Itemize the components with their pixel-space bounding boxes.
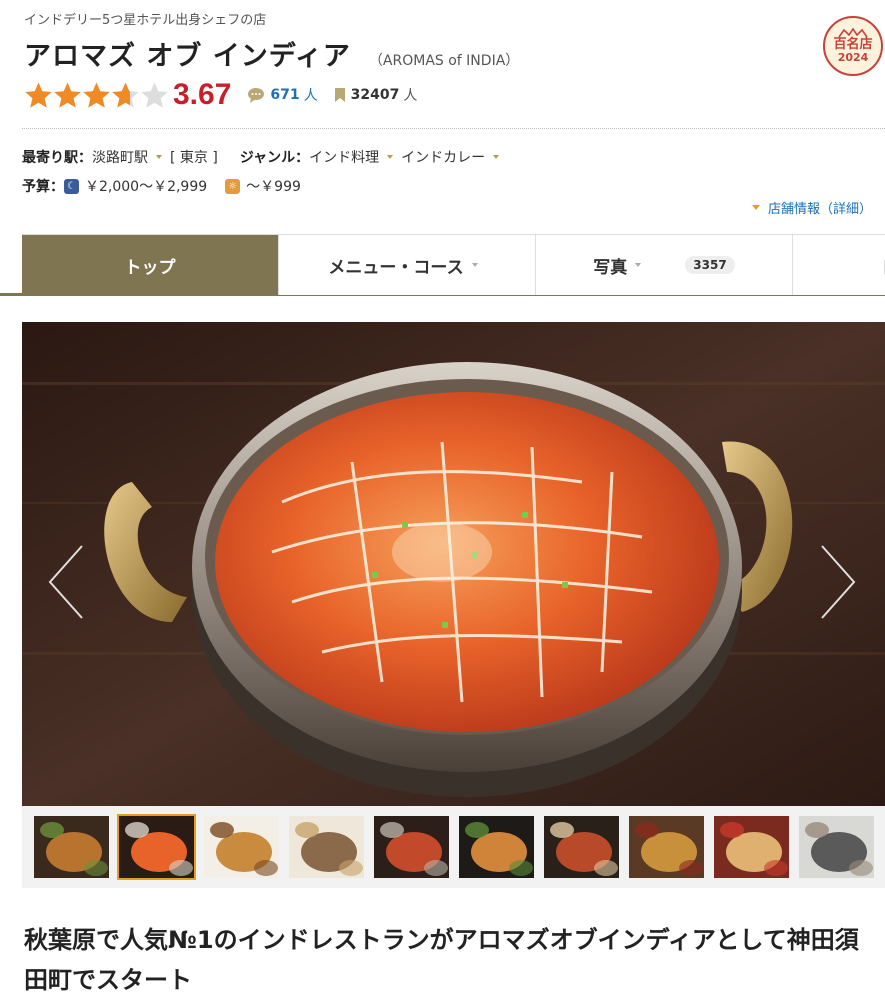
bookmark-icon xyxy=(334,88,345,102)
sun-icon: ☼ xyxy=(225,178,241,194)
thumbnail-image xyxy=(629,816,704,878)
info-line-station-genre: 最寄り駅： 淡路町駅 [ 東京 ] ジャンル： インド料理 インドカレー xyxy=(22,147,507,167)
star-icon xyxy=(112,82,139,108)
rating-score[interactable]: 3.67 xyxy=(173,78,231,112)
star-icon xyxy=(141,82,168,108)
save-count[interactable]: 32407 人 xyxy=(334,85,418,105)
star-icon xyxy=(25,82,52,108)
photo-thumbnail[interactable] xyxy=(627,814,706,880)
thumbnail-image xyxy=(119,816,194,878)
divider xyxy=(22,128,885,129)
comment-icon xyxy=(248,88,265,103)
tab-label: 写真 xyxy=(593,257,628,278)
thumbnail-image xyxy=(799,816,874,878)
thumbnail-image xyxy=(714,816,789,878)
info-line-budget: 予算： ☾ ￥2,000～￥2,999 ☼ ～￥999 xyxy=(22,176,301,196)
tab-photos[interactable]: 写真 3357 xyxy=(536,235,793,295)
badge-year: 2024 xyxy=(837,51,869,64)
hyakumeiten-badge[interactable]: 百名店 2024 xyxy=(823,16,883,76)
main-photo[interactable] xyxy=(22,322,885,806)
next-photo-button[interactable] xyxy=(818,542,858,622)
genre-link-1[interactable]: インド料理 xyxy=(309,147,379,167)
tab-bar: トップ メニュー・コース 写真 3357 口 xyxy=(22,234,885,295)
thumbnail-image xyxy=(459,816,534,878)
thumbnail-image xyxy=(544,816,619,878)
photo-thumbnail[interactable] xyxy=(372,814,451,880)
station-label: 最寄り駅： xyxy=(22,150,92,166)
photo-thumbnail-strip xyxy=(22,806,885,888)
chevron-down-icon xyxy=(635,263,642,267)
thumbnail-image xyxy=(289,816,364,878)
tab-label: トップ xyxy=(124,257,176,278)
triangle-down-icon xyxy=(752,205,760,210)
area-link[interactable]: [ 東京 ] xyxy=(170,147,218,167)
photo-thumbnail[interactable] xyxy=(712,814,791,880)
genre-link-2[interactable]: インドカレー xyxy=(401,147,485,167)
moon-icon: ☾ xyxy=(64,178,79,194)
station-link[interactable]: 淡路町駅 xyxy=(92,147,148,167)
star-icon xyxy=(83,82,110,108)
rating-row: 3.67 671 人 32407 人 xyxy=(24,78,417,112)
photo-thumbnail[interactable] xyxy=(457,814,536,880)
restaurant-title-row: アロマズ オブ インディア （AROMAS of INDIA） xyxy=(24,34,519,73)
article-headline: 秋葉原で人気№1のインドレストランがアロマズオブインディアとして神田須田町でスタ… xyxy=(24,926,859,994)
photo-thumbnail[interactable] xyxy=(32,814,111,880)
badge-label: 百名店 xyxy=(833,37,873,52)
chevron-down-icon[interactable] xyxy=(387,155,394,159)
budget-dinner: ￥2,000～￥2,999 xyxy=(85,179,208,195)
tab-menu-course[interactable]: メニュー・コース xyxy=(279,235,536,295)
tab-label: メニュー・コース xyxy=(328,257,464,278)
tab-reviews[interactable]: 口 xyxy=(793,235,885,295)
budget-label: 予算： xyxy=(22,179,64,195)
previous-photo-button[interactable] xyxy=(46,542,86,622)
curry-bowl-photo xyxy=(22,322,885,806)
star-icon xyxy=(54,82,81,108)
chevron-down-icon[interactable] xyxy=(156,155,162,159)
tab-top[interactable]: トップ xyxy=(22,235,279,295)
chevron-down-icon[interactable] xyxy=(493,155,500,159)
genre-label: ジャンル： xyxy=(239,150,310,166)
photo-thumbnail[interactable] xyxy=(797,814,876,880)
thumbnail-image xyxy=(374,816,449,878)
thumbnail-image xyxy=(34,816,109,878)
photo-thumbnail[interactable] xyxy=(202,814,281,880)
catchphrase: インドデリー5つ星ホテル出身シェフの店 xyxy=(24,13,267,28)
review-count-unit: 人 xyxy=(303,88,318,104)
star-rating xyxy=(24,81,169,110)
store-detail-label: 店舗情報（詳細） xyxy=(768,202,873,217)
store-detail-link[interactable]: 店舗情報（詳細） xyxy=(752,198,872,217)
chevron-down-icon xyxy=(471,263,478,267)
review-count[interactable]: 671 人 xyxy=(247,85,318,105)
review-count-number: 671 xyxy=(270,87,300,103)
restaurant-name: アロマズ オブ インディア xyxy=(24,41,351,72)
restaurant-name-en: （AROMAS of INDIA） xyxy=(368,53,520,69)
budget-lunch: ～￥999 xyxy=(246,179,301,195)
save-count-unit: 人 xyxy=(403,88,418,104)
save-count-number: 32407 xyxy=(350,87,400,103)
photo-thumbnail[interactable] xyxy=(542,814,621,880)
photo-thumbnail[interactable] xyxy=(117,814,196,880)
thumbnail-image xyxy=(204,816,279,878)
photo-thumbnail[interactable] xyxy=(287,814,366,880)
photo-count-badge: 3357 xyxy=(685,256,735,274)
